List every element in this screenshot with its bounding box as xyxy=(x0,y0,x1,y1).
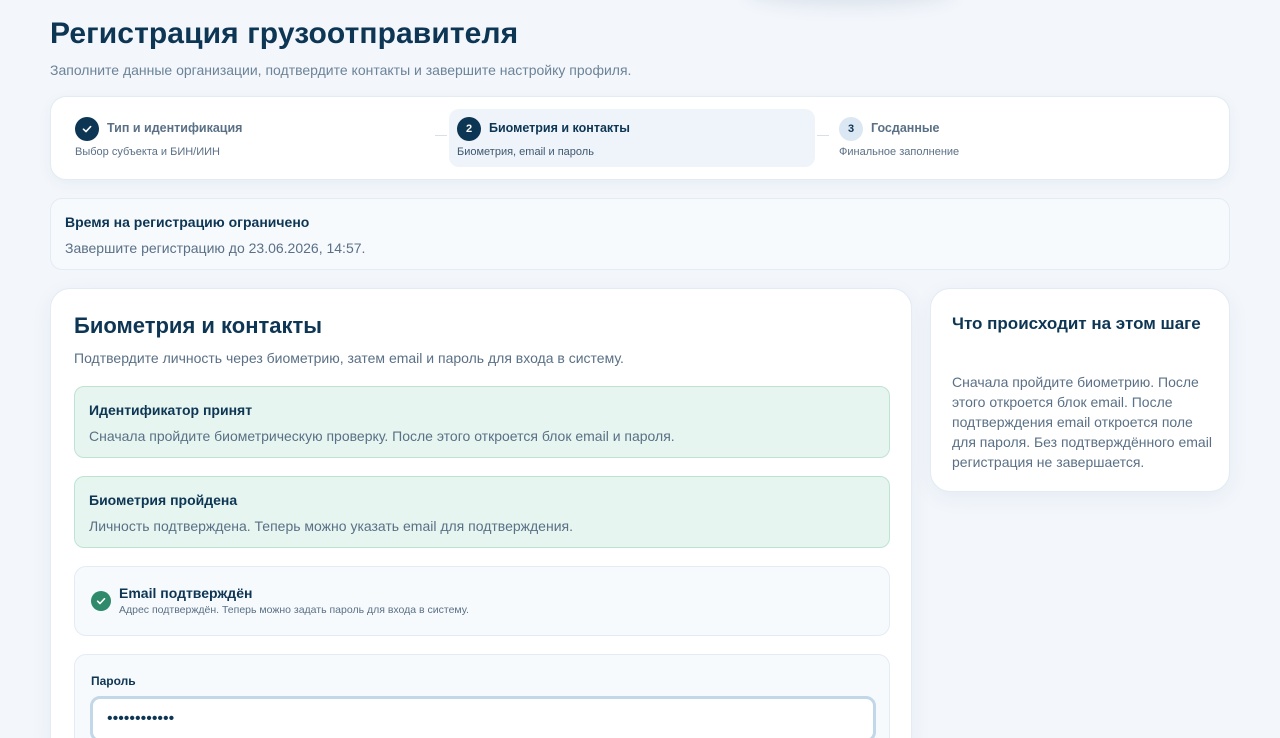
info-title: Что происходит на этом шаге xyxy=(952,314,1201,333)
step-number: 2 xyxy=(457,117,481,141)
notice-title: Время на регистрацию ограничено xyxy=(65,214,310,230)
check-icon xyxy=(75,117,99,141)
status-text: Личность подтверждена. Теперь можно указ… xyxy=(89,518,573,534)
section-title: Биометрия и контакты xyxy=(74,313,323,338)
email-status-text: Адрес подтверждён. Теперь можно задать п… xyxy=(119,604,469,616)
step-number: 3 xyxy=(839,117,863,141)
info-text: Сначала пройдите биометрию. После этого … xyxy=(952,374,1212,470)
status-title: Биометрия пройдена xyxy=(89,492,238,508)
password-input[interactable] xyxy=(90,696,876,738)
password-label: Пароль xyxy=(91,674,136,688)
identifier-accepted-status: Идентификатор принят Сначала пройдите би… xyxy=(74,386,890,458)
email-confirmed-block: Email подтверждён Адрес подтверждён. Теп… xyxy=(74,566,890,636)
notice-text: Завершите регистрацию до 23.06.2026, 14:… xyxy=(65,240,366,256)
step-separator xyxy=(435,135,447,136)
step-description: Выбор субъекта и БИН/ИИН xyxy=(75,146,220,158)
step-title: Тип и идентификация xyxy=(107,121,243,135)
check-circle-icon xyxy=(91,591,111,611)
step-type-identification[interactable]: Тип и идентификация Выбор субъекта и БИН… xyxy=(63,109,433,167)
step-gov-data[interactable]: 3 Госданные Финальное заполнение xyxy=(827,109,1207,167)
email-status-title: Email подтверждён xyxy=(119,585,253,601)
step-title: Госданные xyxy=(871,121,940,135)
password-block: Пароль xyxy=(74,654,890,738)
step-description: Биометрия, email и пароль xyxy=(457,146,594,158)
page-subtitle: Заполните данные организации, подтвердит… xyxy=(50,62,632,78)
time-limit-notice: Время на регистрацию ограничено Завершит… xyxy=(50,198,1230,270)
page-title: Регистрация грузоотправителя xyxy=(50,17,519,50)
status-text: Сначала пройдите биометрическую проверку… xyxy=(89,428,675,444)
biometry-contacts-card: Биометрия и контакты Подтвердите личност… xyxy=(50,288,912,738)
step-description: Финальное заполнение xyxy=(839,146,960,158)
step-biometry-contacts[interactable]: 2 Биометрия и контакты Биометрия, email … xyxy=(449,109,815,167)
step-title: Биометрия и контакты xyxy=(489,121,630,135)
biometry-passed-status: Биометрия пройдена Личность подтверждена… xyxy=(74,476,890,548)
section-subtitle: Подтвердите личность через биометрию, за… xyxy=(74,350,624,366)
registration-stepper: Тип и идентификация Выбор субъекта и БИН… xyxy=(50,96,1230,180)
step-info-card: Что происходит на этом шаге Сначала прой… xyxy=(930,288,1230,492)
status-title: Идентификатор принят xyxy=(89,402,253,418)
